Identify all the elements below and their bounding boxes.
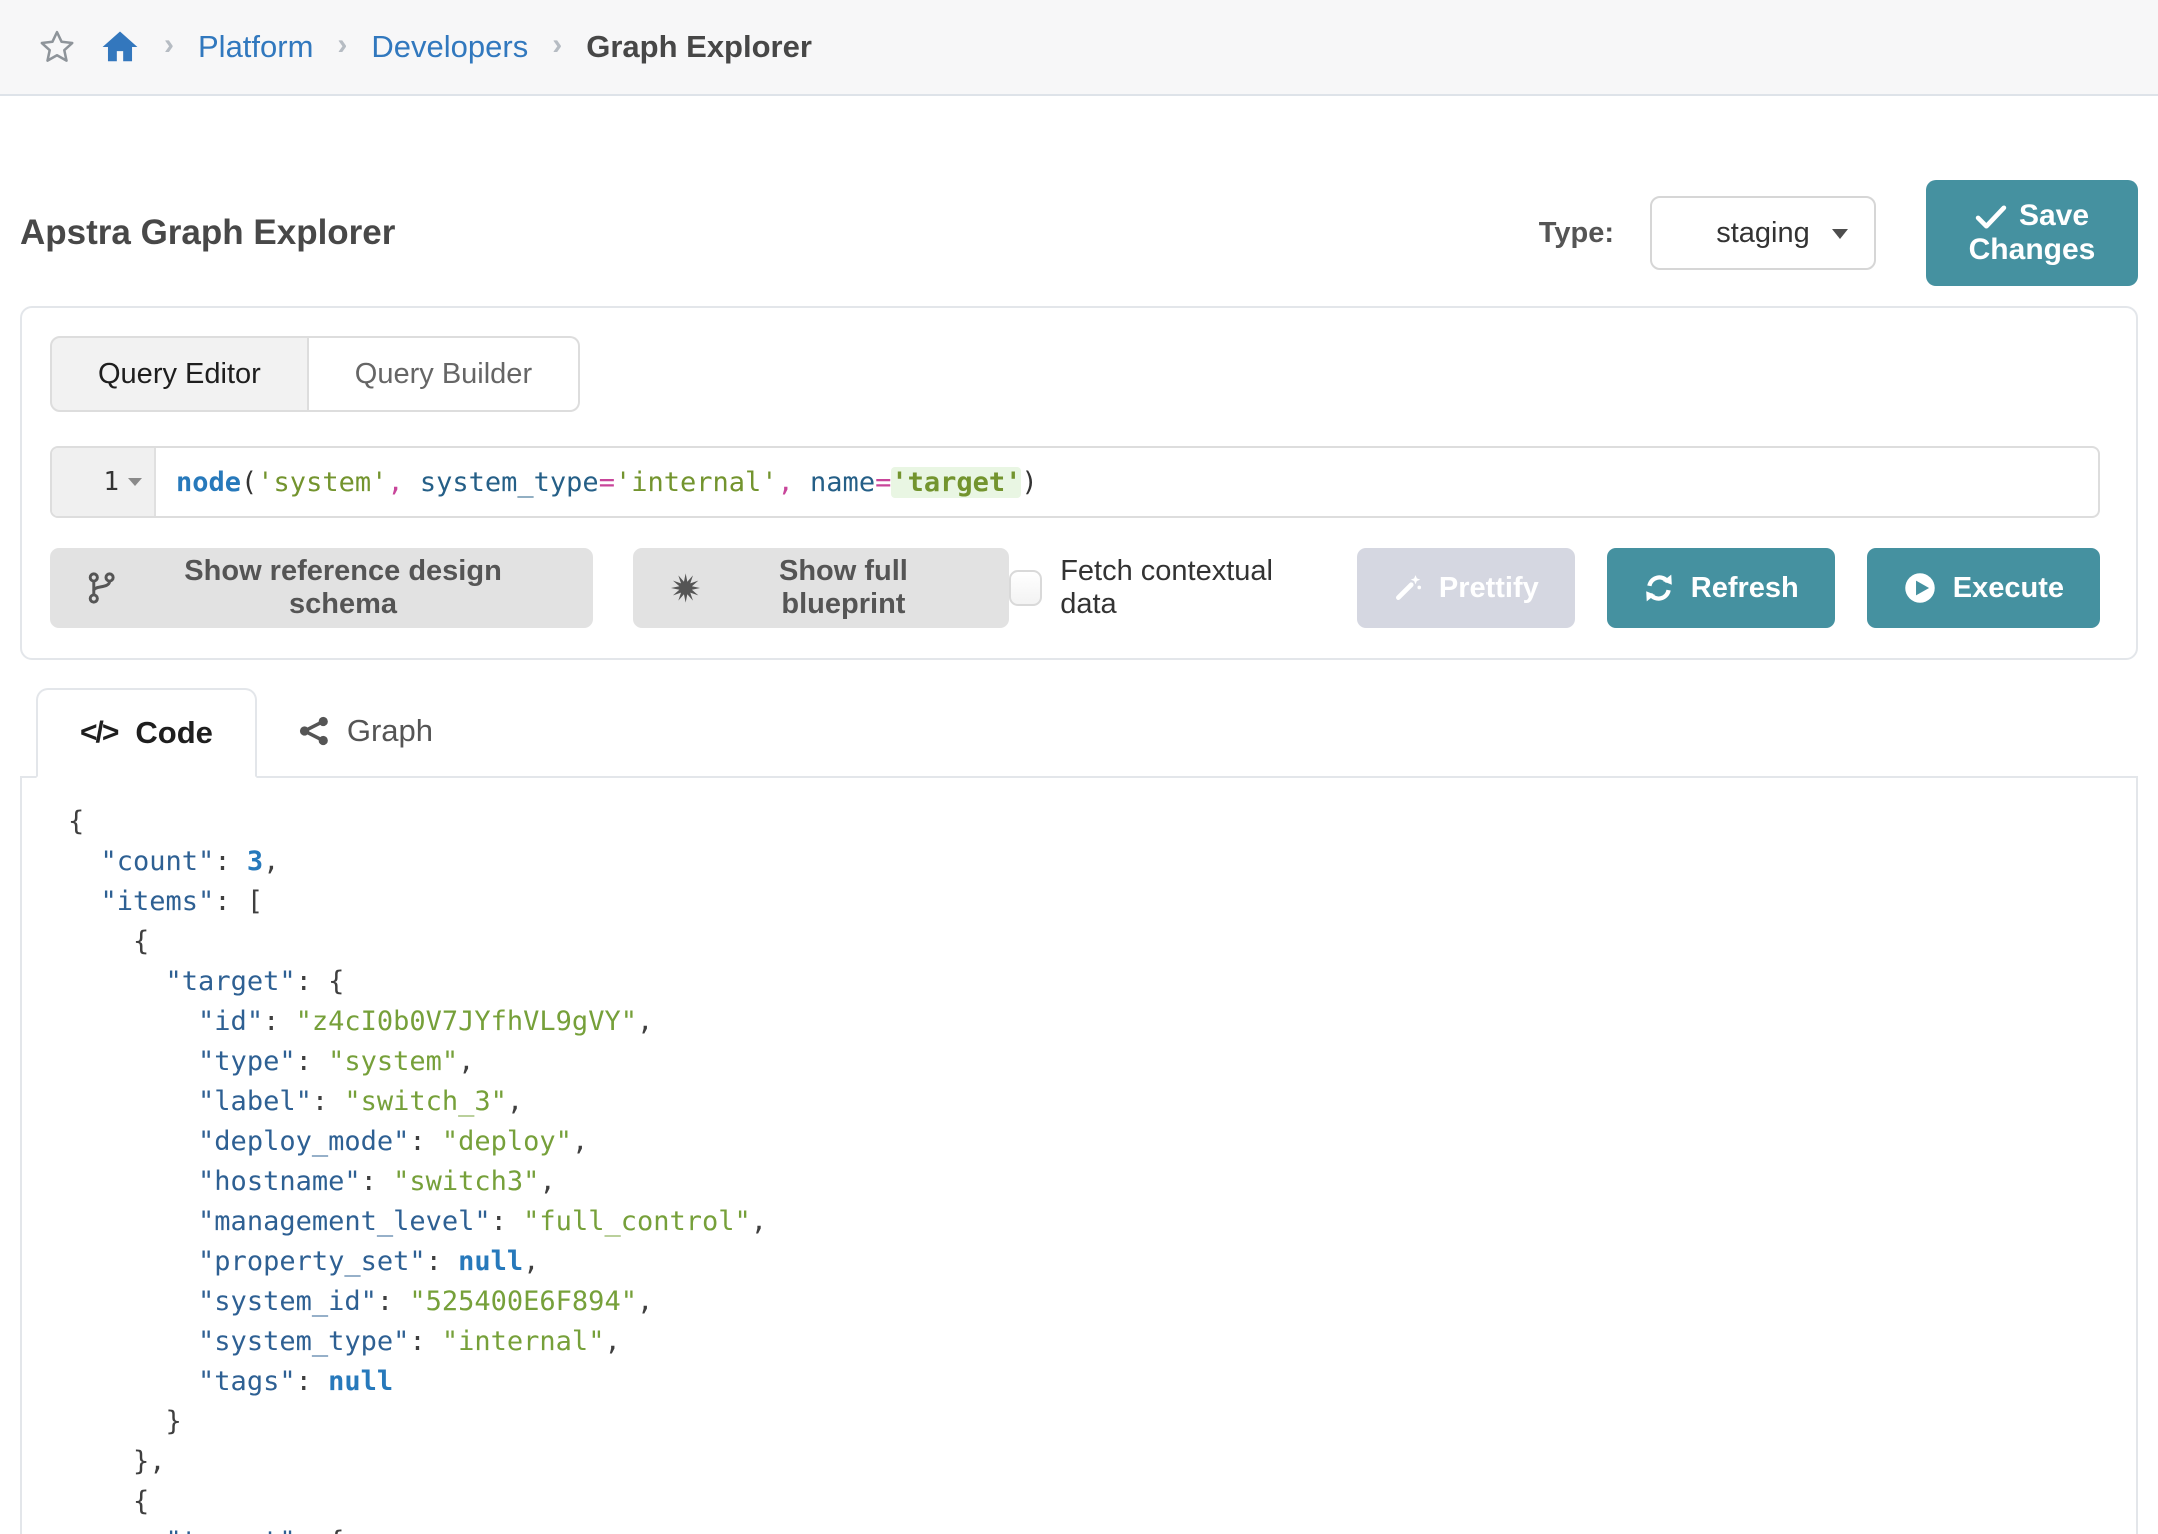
line-number: 1 [103, 467, 119, 497]
type-group: Type: staging [1539, 196, 1876, 270]
breadcrumb-platform[interactable]: Platform [198, 29, 313, 65]
query-mode-tabs: Query Editor Query Builder [50, 336, 2100, 412]
tab-query-editor[interactable]: Query Editor [50, 336, 309, 412]
refresh-icon [1643, 572, 1675, 604]
burst-icon [671, 573, 700, 603]
home-icon[interactable] [100, 28, 140, 66]
save-changes-button[interactable]: Save Changes [1926, 180, 2138, 286]
magic-wand-icon [1393, 573, 1423, 603]
chevron-right-icon: › [337, 30, 347, 64]
show-full-blueprint-button[interactable]: Show full blueprint [633, 548, 1009, 628]
query-editor[interactable]: 1 node('system', system_type='internal',… [50, 446, 2100, 518]
query-panel: Query Editor Query Builder 1 node('syste… [20, 306, 2138, 660]
execute-button[interactable]: Execute [1867, 548, 2100, 628]
page-title: Apstra Graph Explorer [20, 213, 395, 253]
type-select-value: staging [1716, 217, 1810, 250]
query-code-line[interactable]: node('system', system_type='internal', n… [156, 448, 1038, 516]
results-panel: </> Code Graph { "count": 3, "items": [ … [20, 686, 2138, 1534]
chevron-right-icon: › [552, 30, 562, 64]
query-actions: Show reference design schema Show full b… [50, 548, 2100, 628]
json-output: { "count": 3, "items": [ { "target": { "… [68, 802, 2136, 1534]
share-icon [299, 716, 329, 746]
fetch-contextual-data-checkbox[interactable] [1009, 570, 1042, 606]
breadcrumb-developers[interactable]: Developers [371, 29, 528, 65]
show-reference-design-schema-button[interactable]: Show reference design schema [50, 548, 593, 628]
favorite-star-icon[interactable] [38, 28, 76, 66]
tab-code[interactable]: </> Code [36, 688, 257, 778]
play-circle-icon [1903, 571, 1937, 605]
chevron-down-icon [1832, 229, 1848, 239]
check-icon [1975, 205, 2007, 229]
results-tabs: </> Code Graph [20, 686, 2138, 778]
refresh-button[interactable]: Refresh [1607, 548, 1835, 628]
prettify-button[interactable]: Prettify [1357, 548, 1575, 628]
breadcrumb-current: Graph Explorer [586, 29, 812, 65]
branch-icon [88, 572, 115, 604]
type-select[interactable]: staging [1650, 196, 1876, 270]
chevron-right-icon: › [164, 30, 174, 64]
fold-caret-icon[interactable] [128, 478, 142, 486]
code-icon: </> [80, 716, 117, 750]
results-body: { "count": 3, "items": [ { "target": { "… [20, 778, 2138, 1534]
fetch-contextual-data-label: Fetch contextual data [1060, 555, 1315, 621]
breadcrumb: › Platform › Developers › Graph Explorer [0, 0, 2158, 96]
tab-query-builder[interactable]: Query Builder [309, 336, 580, 412]
editor-gutter: 1 [52, 448, 156, 516]
tab-graph[interactable]: Graph [257, 686, 475, 776]
title-row: Apstra Graph Explorer Type: staging Save… [20, 180, 2138, 286]
query-actions-right: Fetch contextual data Prettify Refresh [1009, 548, 2100, 628]
type-label: Type: [1539, 217, 1614, 250]
